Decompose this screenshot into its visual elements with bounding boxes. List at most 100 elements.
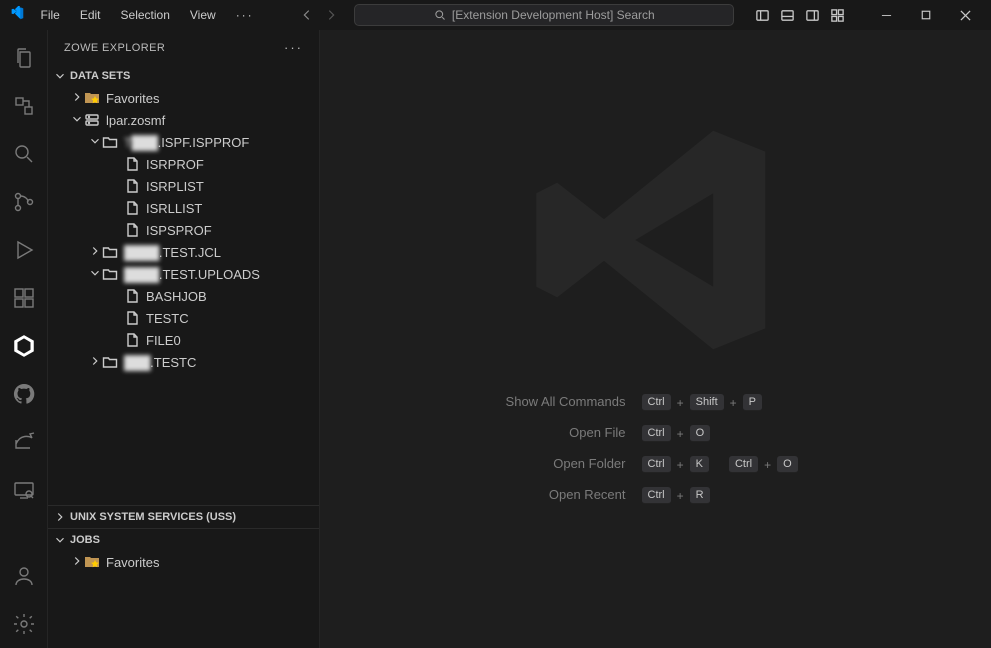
chevron-right-icon — [70, 90, 84, 107]
keycap: Ctrl — [729, 456, 758, 473]
file-icon — [124, 288, 140, 304]
shortcut-keys: Ctrl+KCtrl+O — [642, 456, 798, 473]
activity-search[interactable] — [0, 130, 48, 178]
tree-member[interactable]: FILE0 — [48, 329, 319, 351]
keycap: Ctrl — [642, 487, 671, 504]
activity-scm[interactable] — [0, 178, 48, 226]
menu-overflow[interactable]: ··· — [228, 4, 262, 26]
menu-edit[interactable]: Edit — [72, 4, 109, 26]
command-center-search[interactable]: [Extension Development Host] Search — [354, 4, 734, 26]
tree-pds-testc[interactable]: ███.TESTC — [48, 351, 319, 373]
layout-sidebar-left-icon[interactable] — [752, 2, 773, 28]
sidebar-title: ZOWE EXPLORER ··· — [48, 30, 319, 65]
folder-icon — [102, 266, 118, 282]
vscode-watermark-icon — [526, 110, 786, 373]
chevron-down-icon — [88, 266, 102, 283]
section-header-jobs[interactable]: JOBS — [48, 529, 319, 551]
shortcut-keys: Ctrl+O — [642, 425, 711, 442]
file-icon — [124, 178, 140, 194]
chevron-right-icon — [88, 244, 102, 261]
activity-remote[interactable] — [0, 82, 48, 130]
tree-member[interactable]: TESTC — [48, 307, 319, 329]
shortcut-keys: Ctrl+Shift+P — [642, 394, 763, 411]
shortcut-row: Open Recent Ctrl + R — [426, 487, 886, 504]
shortcut-label: Open Recent — [426, 487, 626, 503]
keycap: Ctrl — [642, 394, 671, 411]
star-folder-icon — [84, 554, 100, 570]
window-minimize-button[interactable] — [869, 0, 904, 30]
tree-member[interactable]: ISRPROF — [48, 153, 319, 175]
tree-member[interactable]: BASHJOB — [48, 285, 319, 307]
nav-forward-button[interactable] — [321, 3, 340, 27]
chevron-down-icon — [88, 134, 102, 151]
star-folder-icon — [84, 90, 100, 106]
keycap: Shift — [690, 394, 724, 411]
section-datasets: DATA SETS Favorites lpar.zosmf T███.IS — [48, 65, 319, 505]
tree-member[interactable]: ISRLLIST — [48, 197, 319, 219]
tree-profile[interactable]: lpar.zosmf — [48, 109, 319, 131]
layout-sidebar-right-icon[interactable] — [802, 2, 823, 28]
nav-back-button[interactable] — [298, 3, 317, 27]
window-close-button[interactable] — [948, 0, 983, 30]
title-bar: File Edit Selection View ··· [Extension … — [0, 0, 991, 30]
menu-selection[interactable]: Selection — [113, 4, 178, 26]
section-header-datasets[interactable]: DATA SETS — [48, 65, 319, 87]
chevron-right-icon — [70, 554, 84, 571]
file-icon — [124, 200, 140, 216]
keycap: P — [743, 394, 762, 411]
keycap: R — [690, 487, 710, 504]
chevron-right-icon — [88, 354, 102, 371]
section-jobs: JOBS Favorites — [48, 528, 319, 648]
search-text: [Extension Development Host] Search — [452, 8, 655, 22]
search-icon — [434, 9, 446, 21]
server-icon — [84, 112, 100, 128]
shortcut-row: Open FolderCtrl+KCtrl+O — [426, 456, 886, 473]
welcome-shortcuts: Show All CommandsCtrl+Shift+POpen FileCt… — [426, 394, 886, 504]
shortcut-label: Open File — [426, 425, 626, 441]
shortcut-row: Open FileCtrl+O — [426, 425, 886, 442]
keycap: O — [690, 425, 711, 442]
tree-pds-ispprof[interactable]: T███.ISPF.ISPPROF — [48, 131, 319, 153]
file-icon — [124, 332, 140, 348]
tree-favorites[interactable]: Favorites — [48, 87, 319, 109]
folder-icon — [102, 134, 118, 150]
activity-run[interactable] — [0, 226, 48, 274]
tree-jobs-favorites[interactable]: Favorites — [48, 551, 319, 573]
window-maximize-button[interactable] — [908, 0, 943, 30]
tree-member[interactable]: ISPSPROF — [48, 219, 319, 241]
menu-file[interactable]: File — [32, 4, 67, 26]
chevron-right-icon — [52, 510, 68, 524]
editor-area: Show All CommandsCtrl+Shift+POpen FileCt… — [320, 30, 991, 648]
keycap: Ctrl — [642, 456, 671, 473]
folder-icon — [102, 354, 118, 370]
menu-view[interactable]: View — [182, 4, 224, 26]
activity-settings[interactable] — [0, 600, 48, 648]
chevron-down-icon — [52, 69, 68, 83]
plus-separator: + — [677, 427, 684, 441]
plus-separator: + — [764, 458, 771, 472]
shortcut-keys: Ctrl + R — [642, 487, 710, 504]
plus-separator: + — [730, 396, 737, 410]
tree-pds-uploads[interactable]: ████.TEST.UPLOADS — [48, 263, 319, 285]
folder-icon — [102, 244, 118, 260]
activity-share[interactable] — [0, 418, 48, 466]
sidebar-more-icon[interactable]: ··· — [284, 40, 303, 55]
activity-accounts[interactable] — [0, 552, 48, 600]
vscode-logo-icon — [10, 6, 24, 24]
section-uss: UNIX SYSTEM SERVICES (USS) — [48, 505, 319, 528]
layout-customize-icon[interactable] — [827, 2, 848, 28]
activity-github[interactable] — [0, 370, 48, 418]
activity-extensions[interactable] — [0, 274, 48, 322]
chevron-down-icon — [52, 533, 68, 547]
activity-explorer[interactable] — [0, 34, 48, 82]
plus-separator: + — [677, 489, 684, 503]
tree-member[interactable]: ISRPLIST — [48, 175, 319, 197]
keycap: O — [777, 456, 798, 473]
layout-panel-icon[interactable] — [777, 2, 798, 28]
section-header-uss[interactable]: UNIX SYSTEM SERVICES (USS) — [48, 506, 319, 528]
file-icon — [124, 310, 140, 326]
tree-pds-testjcl[interactable]: ████.TEST.JCL — [48, 241, 319, 263]
file-icon — [124, 156, 140, 172]
activity-zowe[interactable] — [0, 322, 48, 370]
activity-remote-explorer[interactable] — [0, 466, 48, 514]
